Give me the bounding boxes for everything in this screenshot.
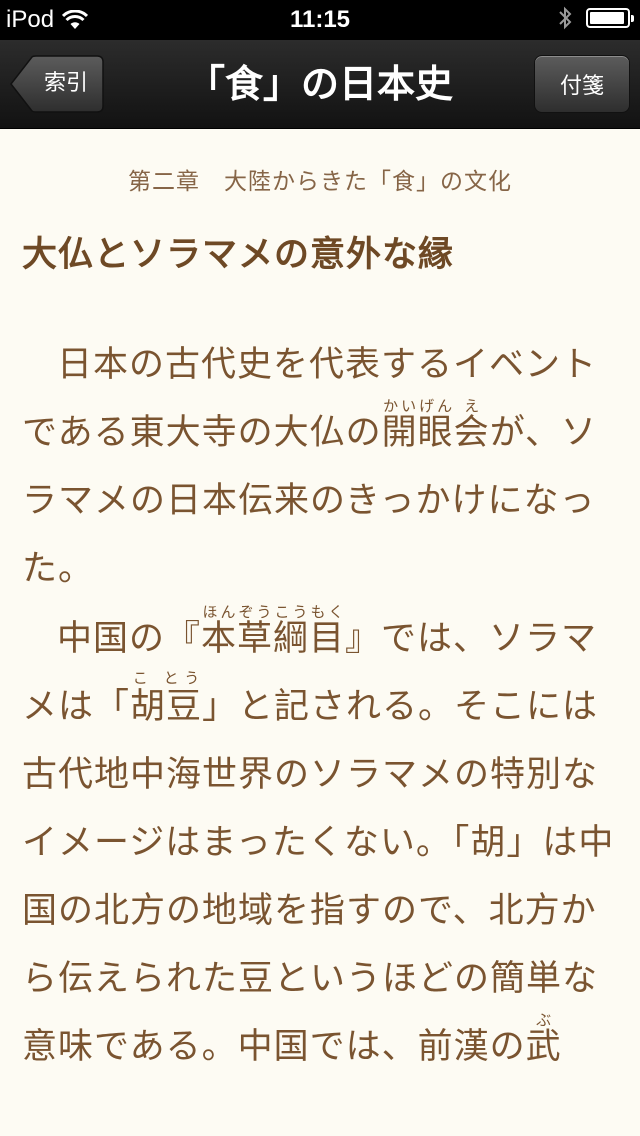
book-title: 「食」の日本史 bbox=[186, 62, 453, 106]
paragraph-text: 中国の『 bbox=[57, 619, 202, 659]
bluetooth-icon bbox=[559, 6, 572, 30]
paragraph-text: 」と記される。そこには古代地中海世界のソラマメの特別なイメージはまったくない。「… bbox=[22, 687, 615, 1067]
ruby-base: 開眼 bbox=[381, 413, 454, 453]
ruby-base: 会 bbox=[453, 413, 490, 453]
ruby-honzoukoumoku: 本草綱目ほんぞうこうもく bbox=[201, 603, 346, 659]
ruby-e: 会え bbox=[453, 397, 490, 453]
back-button[interactable]: 索引 bbox=[10, 55, 104, 113]
ruby-kotou: 胡豆こ とう bbox=[130, 669, 203, 727]
ruby-base: 胡豆 bbox=[130, 687, 203, 727]
ruby-base: 武 bbox=[525, 1027, 562, 1067]
ruby-reading: ぶ bbox=[525, 1011, 562, 1029]
navigation-bar: 索引 「食」の日本史 付箋 bbox=[0, 40, 640, 129]
ruby-reading: かいげん bbox=[381, 397, 454, 415]
back-button-label: 索引 bbox=[43, 71, 88, 96]
reading-content: 第二章 大陸からきた「食」の文化 大仏とソラマメの意外な縁 日本の古代史を代表す… bbox=[22, 128, 618, 1081]
ruby-reading: ほんぞうこうもく bbox=[201, 603, 346, 621]
body-text: 日本の古代史を代表するイベントである東大寺の大仏の開眼かいげん会えが、ソラマメの… bbox=[22, 331, 618, 1081]
ruby-base: 本草綱目 bbox=[201, 619, 346, 659]
paragraph-1: 日本の古代史を代表するイベントである東大寺の大仏の開眼かいげん会えが、ソラマメの… bbox=[22, 331, 618, 603]
bookmark-button[interactable]: 付箋 bbox=[534, 55, 630, 113]
status-right bbox=[558, 6, 634, 30]
section-title: 大仏とソラマメの意外な縁 bbox=[22, 235, 455, 275]
ruby-reading: え bbox=[453, 397, 490, 415]
paragraph-2: 中国の『本草綱目ほんぞうこうもく』では、ソラマメは「胡豆こ とう」と記される。そ… bbox=[22, 603, 618, 1081]
chapter-heading: 第二章 大陸からきた「食」の文化 bbox=[128, 169, 512, 195]
status-bar: iPod 11:15 bbox=[0, 0, 640, 40]
battery-fill bbox=[590, 12, 624, 24]
battery-icon bbox=[586, 8, 634, 28]
ruby-kaigen: 開眼かいげん bbox=[381, 397, 454, 453]
ruby-reading: こ とう bbox=[130, 669, 203, 687]
bookmark-button-label: 付箋 bbox=[559, 74, 604, 99]
ruby-bu: 武ぶ bbox=[525, 1011, 562, 1067]
status-time: 11:15 bbox=[289, 6, 351, 33]
